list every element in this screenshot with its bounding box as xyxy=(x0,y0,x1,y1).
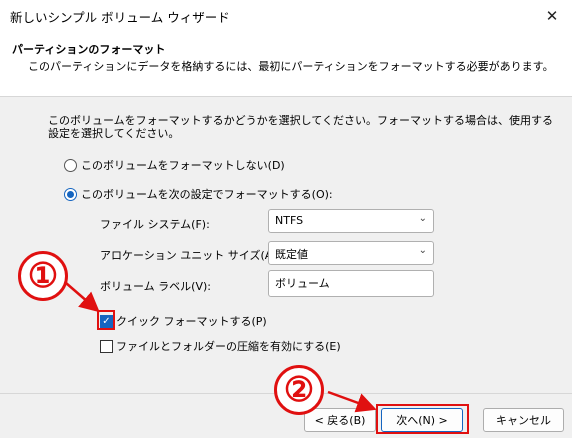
annotation-arrow-two xyxy=(327,390,377,413)
annotation-arrow-one xyxy=(65,282,100,313)
annotation-number-two: ② xyxy=(274,365,324,415)
annotation-number-one: ① xyxy=(18,251,68,301)
